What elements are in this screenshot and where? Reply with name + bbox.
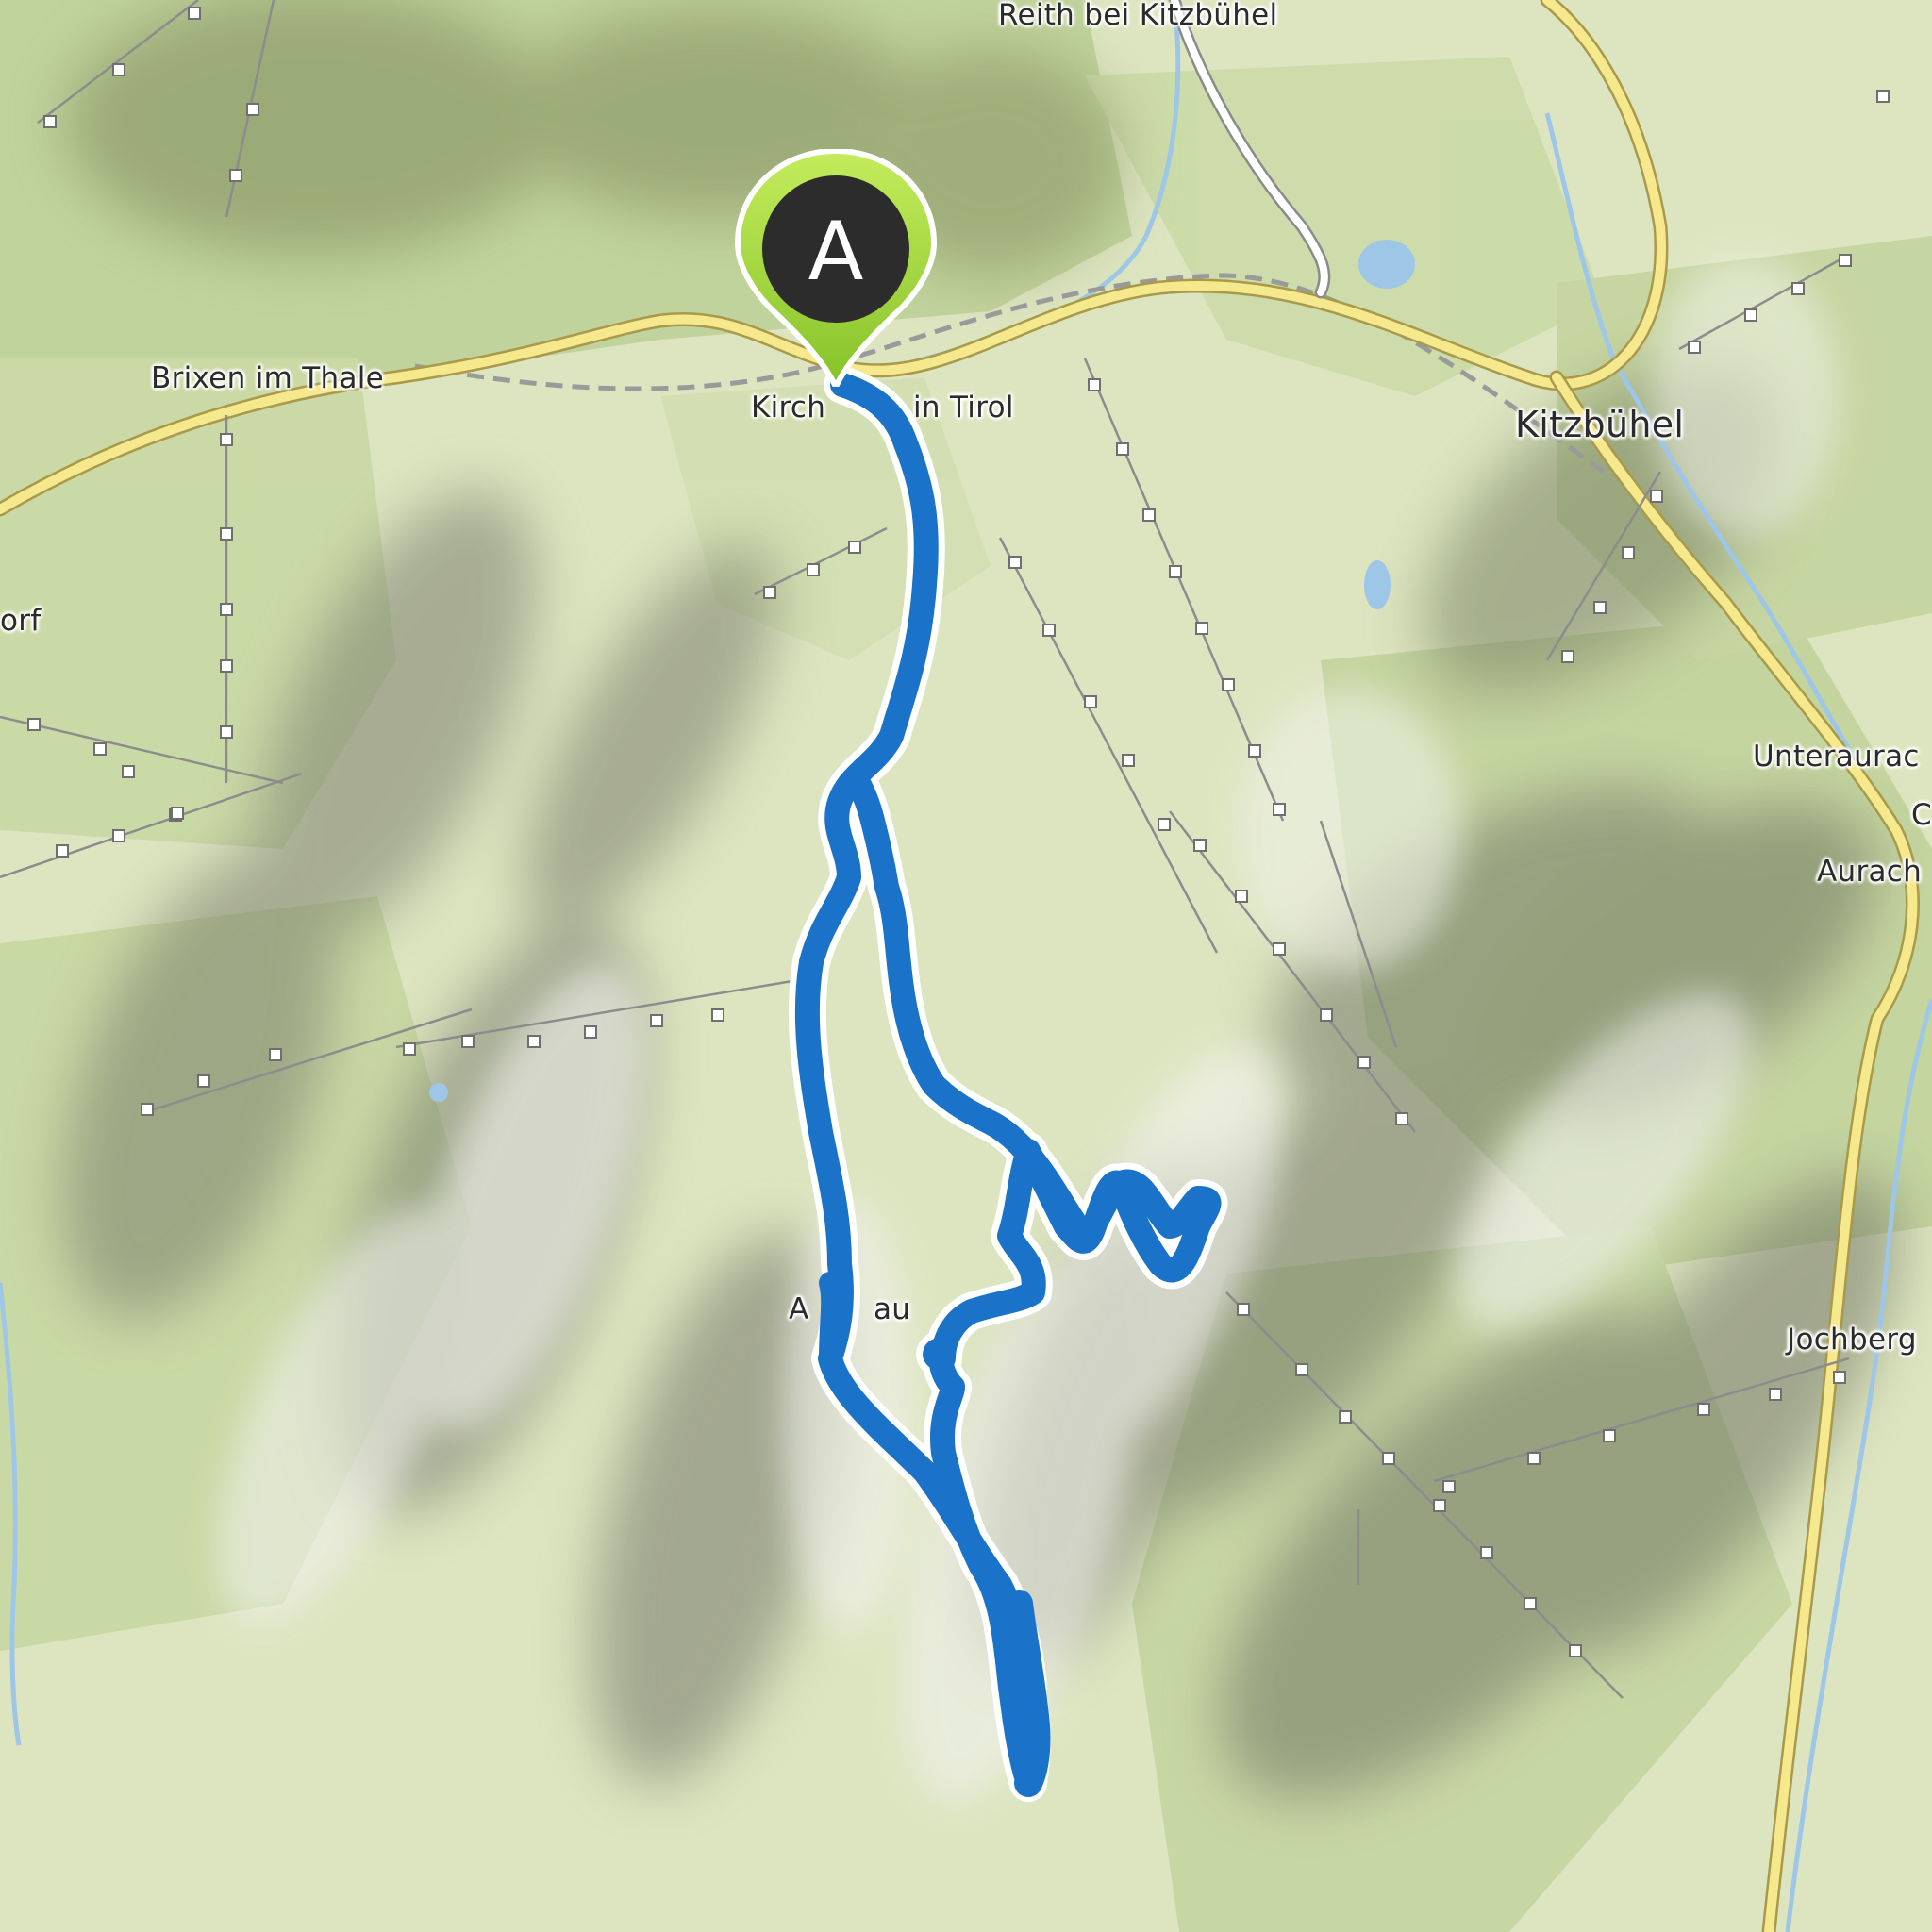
start-marker[interactable]: A bbox=[734, 149, 938, 387]
lake bbox=[1364, 560, 1391, 609]
place-label-aurach: Aurach bbox=[1817, 855, 1923, 889]
lake bbox=[429, 1083, 448, 1102]
place-label-aschau-right: au bbox=[874, 1292, 911, 1326]
map-canvas[interactable]: Reith bei Kitzbühel Brixen im Thale Kirc… bbox=[0, 0, 1932, 1932]
place-label-c-fragment: C bbox=[1911, 798, 1932, 832]
place-label-kirchberg-right: in Tirol bbox=[913, 391, 1014, 425]
place-label-aschau-left: A bbox=[789, 1292, 809, 1326]
map-basemap bbox=[0, 0, 1932, 1932]
place-label-orf: orf bbox=[0, 604, 42, 638]
place-label-jochberg: Jochberg bbox=[1787, 1323, 1917, 1357]
place-label-reith: Reith bei Kitzbühel bbox=[998, 0, 1278, 32]
place-label-brixen: Brixen im Thale bbox=[151, 361, 385, 395]
start-marker-letter: A bbox=[808, 205, 864, 299]
lake bbox=[1358, 240, 1415, 289]
place-label-kirchberg-left: Kirch bbox=[751, 391, 826, 425]
place-label-unteraurach: Unteraurac bbox=[1753, 740, 1920, 774]
place-label-kitzbuehel: Kitzbühel bbox=[1515, 404, 1685, 445]
